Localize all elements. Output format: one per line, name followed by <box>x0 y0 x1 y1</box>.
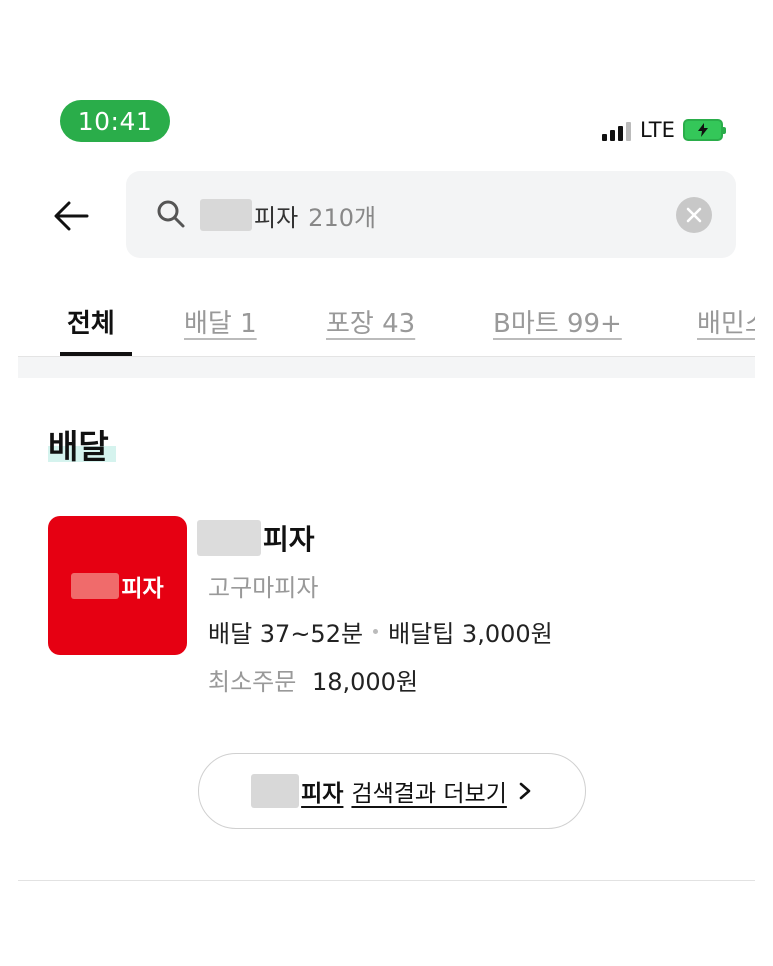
delivery-tip: 배달팁 3,000원 <box>388 620 553 648</box>
store-delivery-info: 배달 37~52분 배달팁 3,000원 <box>208 614 553 649</box>
search-icon <box>157 200 185 228</box>
blurred-text <box>251 774 300 808</box>
tab-pickup[interactable]: 포장 43 <box>326 303 415 340</box>
tab-baeminstore[interactable]: 배민스 <box>697 303 755 340</box>
min-order-label: 최소주문 <box>208 668 297 696</box>
status-time: 10:41 <box>60 100 170 142</box>
tab-all[interactable]: 전체 <box>67 303 115 340</box>
bottom-divider <box>18 880 755 881</box>
search-query: 피자 210개 <box>200 195 376 235</box>
min-order-value: 18,000원 <box>311 668 419 696</box>
clear-search-button[interactable] <box>676 197 712 233</box>
back-arrow-icon <box>54 201 89 231</box>
search-results-screen: 10:41 LTE 피자 210개 전체 배달 1 포장 43 B마트 99+ … <box>0 0 773 966</box>
section-separator <box>18 356 755 378</box>
battery-charging-icon <box>682 119 726 141</box>
search-query-text: 피자 <box>254 203 299 232</box>
store-min-order: 최소주문 18,000원 <box>208 662 418 697</box>
blurred-text <box>71 572 120 599</box>
status-indicators: LTE <box>602 116 726 144</box>
tab-bmart[interactable]: B마트 99+ <box>493 303 622 340</box>
signal-bars-icon <box>602 119 632 141</box>
chevron-right-icon <box>519 782 531 800</box>
clear-icon <box>686 207 702 223</box>
search-input[interactable]: 피자 210개 <box>126 171 736 258</box>
delivery-time: 배달 37~52분 <box>208 620 364 648</box>
more-results-keyword: 피자 <box>301 781 344 807</box>
section-title: 배달 <box>48 427 109 466</box>
store-name-text: 피자 <box>263 523 315 556</box>
blurred-text <box>200 199 252 231</box>
more-results-button[interactable]: 피자 검색결과 더보기 <box>198 753 586 829</box>
blurred-text <box>197 520 261 556</box>
more-results-text: 검색결과 더보기 <box>351 781 507 807</box>
more-results-label: 피자 검색결과 더보기 <box>251 774 507 808</box>
store-thumbnail-text: 피자 <box>121 575 164 602</box>
separator-dot <box>373 629 379 634</box>
store-menu: 고구마피자 <box>208 574 319 602</box>
store-thumbnail: 피자 <box>48 516 187 655</box>
category-tabs: 전체 배달 1 포장 43 B마트 99+ 배민스 <box>0 295 773 357</box>
search-result-count: 210개 <box>308 203 377 232</box>
back-button[interactable] <box>50 196 92 236</box>
network-label: LTE <box>640 118 675 142</box>
tab-delivery[interactable]: 배달 1 <box>184 303 257 340</box>
store-name: 피자 <box>197 518 315 558</box>
